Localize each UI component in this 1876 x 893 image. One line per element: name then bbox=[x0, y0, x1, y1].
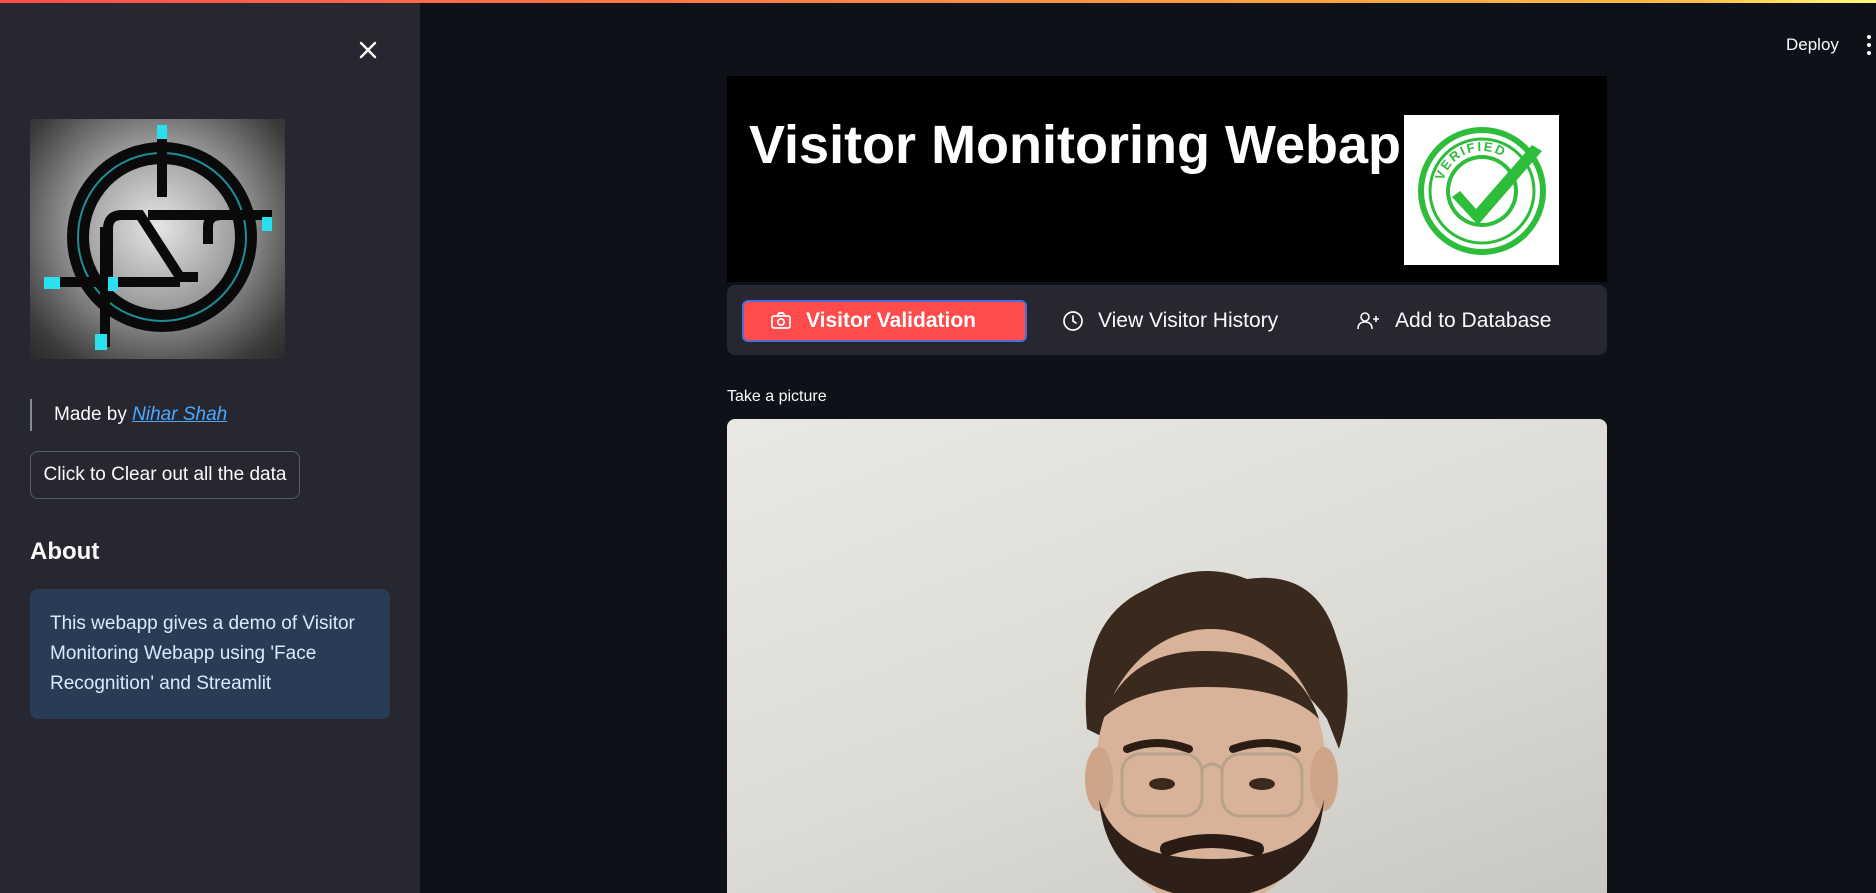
about-info-box: This webapp gives a demo of Visitor Moni… bbox=[30, 589, 390, 719]
author-link[interactable]: Nihar Shah bbox=[132, 404, 227, 425]
deploy-button[interactable]: Deploy bbox=[1786, 35, 1839, 55]
camera-icon bbox=[771, 312, 791, 329]
clear-data-button[interactable]: Click to Clear out all the data bbox=[30, 451, 300, 499]
about-text: This webapp gives a demo of Visitor Moni… bbox=[50, 613, 355, 694]
title-banner: Visitor Monitoring Webapp VERIFIED bbox=[727, 76, 1607, 282]
tab-view-visitor-history[interactable]: View Visitor History bbox=[1062, 300, 1322, 342]
tab-label: View Visitor History bbox=[1098, 309, 1279, 332]
option-menu: Visitor Validation View Visitor History … bbox=[727, 285, 1607, 355]
about-heading: About bbox=[30, 538, 100, 565]
ns-logo bbox=[30, 119, 285, 359]
made-by-caption: Made by Nihar Shah bbox=[30, 399, 227, 431]
main-menu-icon[interactable] bbox=[1864, 35, 1874, 57]
close-sidebar-button[interactable] bbox=[352, 34, 384, 66]
clock-icon bbox=[1063, 311, 1083, 331]
verified-badge-image: VERIFIED bbox=[1404, 115, 1559, 265]
person-photo bbox=[1085, 571, 1348, 893]
made-by-prefix: Made by bbox=[54, 404, 127, 425]
camera-preview[interactable] bbox=[727, 419, 1607, 893]
tab-visitor-validation[interactable]: Visitor Validation bbox=[742, 300, 1027, 342]
top-decoration-stripe bbox=[0, 0, 1876, 3]
tab-add-to-database[interactable]: Add to Database bbox=[1357, 300, 1597, 342]
tab-label: Add to Database bbox=[1395, 309, 1552, 332]
tab-label: Visitor Validation bbox=[806, 309, 976, 332]
add-user-icon bbox=[1357, 312, 1379, 330]
sidebar: Made by Nihar Shah Click to Clear out al… bbox=[0, 0, 420, 893]
close-icon bbox=[359, 41, 377, 59]
camera-input-label: Take a picture bbox=[727, 388, 827, 405]
page-title: Visitor Monitoring Webapp bbox=[749, 115, 1434, 175]
